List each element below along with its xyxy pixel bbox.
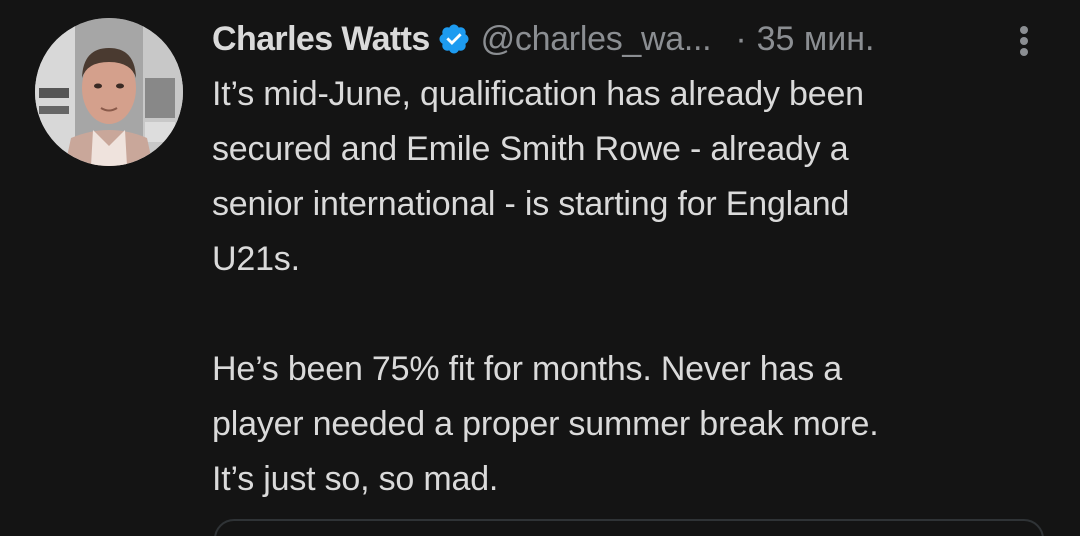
author-name[interactable]: Charles Watts bbox=[212, 20, 430, 59]
quoted-card[interactable] bbox=[214, 519, 1044, 536]
tweet-text: It’s mid-June, qualification has already… bbox=[212, 67, 1042, 507]
tweet-line: player needed a proper summer break more… bbox=[212, 405, 879, 443]
tweet-line: It’s mid-June, qualification has already… bbox=[212, 75, 864, 113]
author-handle[interactable]: @charles_wa... bbox=[481, 20, 712, 59]
avatar-image bbox=[35, 18, 183, 166]
tweet-line: U21s. bbox=[212, 240, 300, 278]
tweet-line: He’s been 75% fit for months. Never has … bbox=[212, 350, 842, 388]
tweet-line: It’s just so, so mad. bbox=[212, 460, 499, 498]
more-vertical-icon[interactable] bbox=[1012, 18, 1036, 58]
tweet-line: secured and Emile Smith Rowe - already a bbox=[212, 130, 849, 168]
tweet-header: Charles Watts @charles_wa... · 35 мин. bbox=[212, 14, 875, 64]
separator-dot: · bbox=[735, 19, 747, 58]
tweet-line: senior international - is starting for E… bbox=[212, 185, 850, 223]
avatar[interactable] bbox=[35, 18, 183, 166]
verified-badge-icon bbox=[437, 22, 471, 56]
timestamp[interactable]: 35 мин. bbox=[757, 20, 875, 59]
